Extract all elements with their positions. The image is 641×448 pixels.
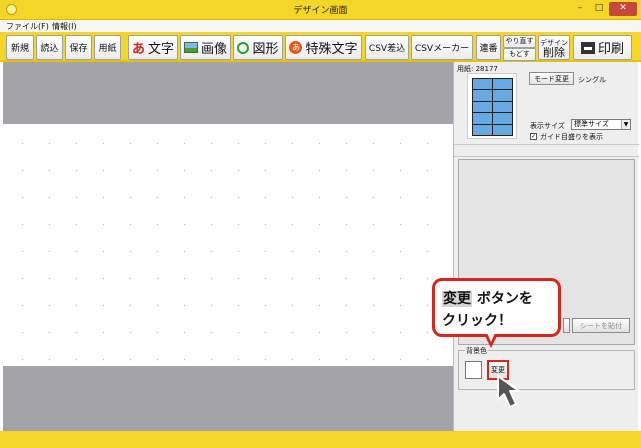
special-text-icon: あ xyxy=(289,41,303,54)
print-button[interactable]: 印刷 xyxy=(573,35,632,60)
canvas-margin-bottom xyxy=(3,366,453,431)
toolbar: 新規 読込 保存 用紙 あ 文字 画像 図形 あ 特殊文字 CSV差込 CSVメ… xyxy=(0,32,641,62)
layout-preview xyxy=(467,73,517,139)
label-grid xyxy=(472,78,513,136)
chevron-down-icon: ▼ xyxy=(621,120,630,129)
display-size-value: 標準サイズ xyxy=(574,120,609,128)
menu-info[interactable]: 情報(I) xyxy=(52,21,77,32)
background-color-swatch xyxy=(465,361,482,379)
special-text-button[interactable]: あ 特殊文字 xyxy=(285,35,362,60)
canvas-margin-top xyxy=(3,62,453,124)
mouse-cursor-icon xyxy=(497,375,520,408)
right-panel: 用紙: 28177 モード変更 シングル 表示サイズ 標準サイズ ▼ ✓ ガイド… xyxy=(453,62,639,431)
minimize-button[interactable]: – xyxy=(571,2,589,16)
open-button[interactable]: 読込 xyxy=(36,35,63,60)
mode-change-button[interactable]: モード変更 xyxy=(529,72,574,85)
divider xyxy=(454,144,639,145)
image-icon xyxy=(183,42,198,53)
shape-button[interactable]: 図形 xyxy=(233,35,283,60)
display-size-label: 表示サイズ xyxy=(530,122,565,130)
image-button-label: 画像 xyxy=(200,42,227,57)
instruction-callout: 変更 ボタンを クリック！ xyxy=(432,278,561,337)
menu-bar: ファイル(F) 情報(I) xyxy=(0,20,641,32)
close-button[interactable]: ✕ xyxy=(609,2,637,16)
shape-button-label: 図形 xyxy=(252,42,279,57)
status-bar xyxy=(0,431,641,448)
maximize-button[interactable]: □ xyxy=(590,2,608,16)
design-canvas[interactable] xyxy=(3,124,453,366)
small-button[interactable] xyxy=(563,318,570,333)
guide-label: ガイド目盛りを表示 xyxy=(540,133,603,141)
serial-number-button[interactable]: 連番 xyxy=(476,35,501,60)
callout-line1: ボタンを xyxy=(472,291,533,307)
mode-value: シングル xyxy=(578,76,606,84)
sheet-paste-button[interactable]: シートを貼付 xyxy=(572,318,630,333)
design-delete-label: 削除 xyxy=(543,45,565,59)
background-color-group: 背景色 変更 xyxy=(458,346,635,390)
redo-undo-group: やり直す もどす xyxy=(503,35,536,61)
new-button[interactable]: 新規 xyxy=(6,35,34,60)
display-size-select[interactable]: 標準サイズ ▼ xyxy=(571,119,631,130)
callout-highlight: 変更 xyxy=(442,291,472,307)
special-text-button-label: 特殊文字 xyxy=(305,42,358,57)
undo-button[interactable]: もどす xyxy=(503,48,536,61)
divider xyxy=(454,156,639,157)
printer-icon xyxy=(580,41,595,54)
callout-line2: クリック！ xyxy=(442,313,512,329)
csv-insert-button[interactable]: CSV差込 xyxy=(365,35,409,60)
image-button[interactable]: 画像 xyxy=(180,35,231,60)
paper-button[interactable]: 用紙 xyxy=(94,35,121,60)
redo-button[interactable]: やり直す xyxy=(503,35,536,48)
print-button-label: 印刷 xyxy=(597,42,624,57)
title-bar: デザイン画面 – □ ✕ xyxy=(0,0,641,20)
text-icon: あ xyxy=(131,42,145,57)
csv-maker-button[interactable]: CSVメーカー xyxy=(411,35,473,60)
menu-file[interactable]: ファイル(F) xyxy=(6,21,49,32)
guide-checkbox[interactable]: ✓ xyxy=(530,133,537,140)
design-delete-button[interactable]: デザイン 削除 xyxy=(538,35,570,60)
save-button[interactable]: 保存 xyxy=(65,35,92,60)
text-button[interactable]: あ 文字 xyxy=(128,35,178,60)
text-button-label: 文字 xyxy=(148,42,175,57)
callout-pointer-inner xyxy=(487,333,495,342)
window-title: デザイン画面 xyxy=(293,6,348,16)
circle-icon xyxy=(237,41,250,54)
